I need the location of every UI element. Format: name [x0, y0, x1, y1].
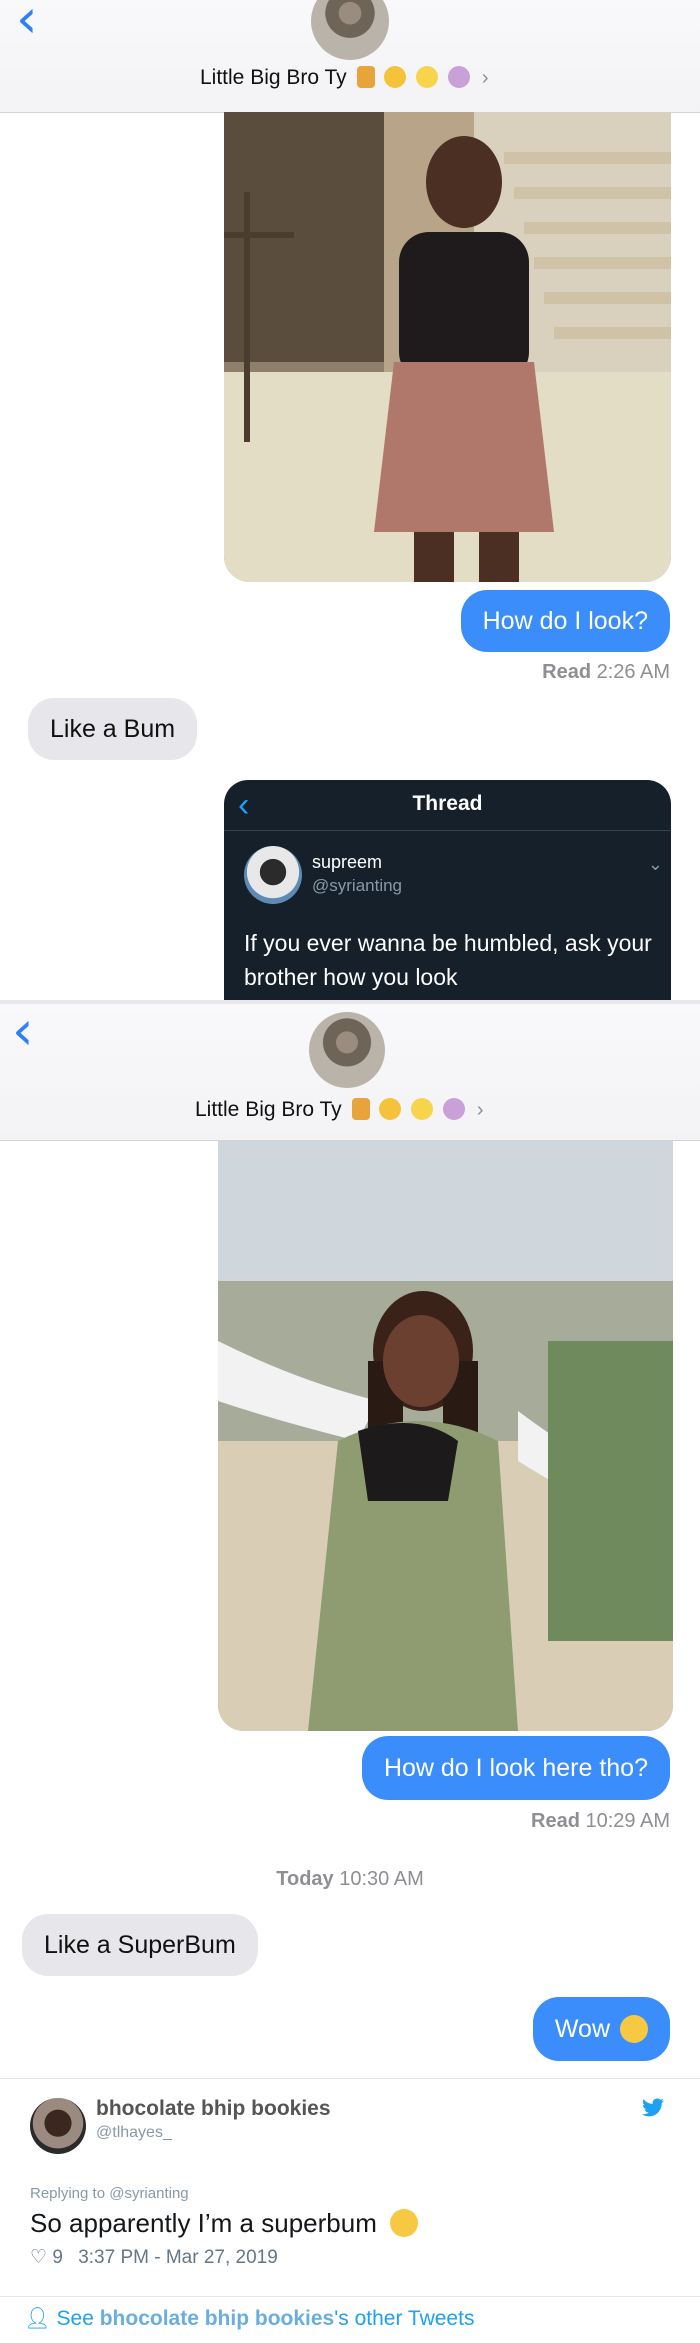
message-text: Like a Bum: [50, 714, 176, 743]
tweet-text-row: So apparently I’m a superbum: [30, 2208, 419, 2239]
read-time: 2:26 AM: [596, 661, 670, 683]
tweet-handle[interactable]: @tlhayes_: [96, 2124, 172, 2142]
message-bubble-incoming[interactable]: Like a SuperBum: [22, 1914, 258, 1976]
tweet-display-name[interactable]: bhocolate bhip bookies: [96, 2097, 331, 2121]
day-label: Today: [276, 1868, 334, 1890]
emoji-icon: [351, 1098, 370, 1120]
tweet-meta: ♡ 9 3:37 PM - Mar 27, 2019: [30, 2246, 278, 2269]
thread-divider: [224, 830, 671, 831]
read-time: 10:29 AM: [585, 1810, 670, 1832]
thread-avatar: [244, 846, 302, 904]
like-count[interactable]: 9: [52, 2247, 63, 2268]
message-text: Wow: [554, 2014, 610, 2043]
conversation-header: ‹ Little Big Bro Ty ›: [0, 1004, 700, 1141]
footer-name: bhocolate bhip bookies: [99, 2307, 335, 2330]
message-text: How do I look?: [482, 606, 648, 635]
twitter-bird-icon[interactable]: [640, 2096, 666, 2125]
emoji-icon: [384, 66, 407, 88]
emoji-icon: [411, 1098, 434, 1120]
day-separator: Today 10:30 AM: [0, 1868, 700, 1891]
tweet-replying-to[interactable]: Replying to @syrianting: [30, 2185, 189, 2202]
chevron-right-icon: ›: [481, 67, 489, 89]
message-text: Like a SuperBum: [44, 1930, 236, 1959]
tweet-footer-divider: [0, 2296, 700, 2297]
emoji-icon: [448, 66, 471, 88]
tweet-timestamp[interactable]: 3:37 PM - Mar 27, 2019: [78, 2247, 278, 2268]
message-text: How do I look here tho?: [383, 1753, 648, 1782]
contact-name: Little Big Bro Ty: [200, 66, 347, 89]
message-bubble-outgoing[interactable]: How do I look here tho?: [361, 1736, 670, 1800]
surprised-emoji-icon: [620, 2015, 648, 2043]
other-tweets-link[interactable]: 👤︎ See bhocolate bhip bookies's other Tw…: [24, 2306, 474, 2331]
tweet-avatar[interactable]: [30, 2098, 86, 2154]
message-bubble-incoming[interactable]: Like a Bum: [28, 698, 198, 760]
emoji-icon: [416, 66, 439, 88]
contact-name-row[interactable]: Little Big Bro Ty ›: [195, 1098, 484, 1122]
contact-name: Little Big Bro Ty: [195, 1098, 342, 1121]
back-chevron-icon[interactable]: ‹: [12, 1004, 34, 1058]
tweet-text: So apparently I’m a superbum: [30, 2208, 377, 2238]
photo-person-stairs: [224, 112, 671, 582]
message-bubble-outgoing[interactable]: How do I look?: [460, 590, 670, 652]
emoji-icon: [379, 1098, 402, 1120]
thread-screenshot[interactable]: ‹ Thread supreem @syrianting ⌄ If you ev…: [224, 780, 671, 1002]
thread-text: If you ever wanna be humbled, ask your b…: [244, 930, 652, 990]
thread-display-name: supreem: [312, 852, 383, 872]
emoji-icon: [443, 1098, 466, 1120]
sent-photo[interactable]: [224, 112, 671, 582]
thread-title: Thread: [412, 792, 483, 815]
back-chevron-icon[interactable]: ‹: [16, 0, 38, 46]
read-receipt: Read 2:26 AM: [542, 661, 670, 684]
chevron-right-icon: ›: [476, 1099, 484, 1121]
heart-icon[interactable]: ♡: [30, 2246, 47, 2268]
conversation-header: ‹ Little Big Bro Ty ›: [0, 0, 700, 113]
photo-person-beach: [218, 1141, 673, 1731]
contact-name-row[interactable]: Little Big Bro Ty ›: [200, 66, 489, 90]
message-bubble-outgoing[interactable]: Wow: [532, 1997, 670, 2061]
read-receipt: Read 10:29 AM: [531, 1810, 670, 1833]
footer-suffix: 's other Tweets: [334, 2307, 475, 2330]
read-label: Read: [531, 1810, 580, 1832]
person-icon: 👤︎: [24, 2306, 51, 2330]
emoji-icon: [356, 66, 375, 88]
thread-chevron-down-icon: ⌄: [647, 854, 663, 874]
day-time: 10:30 AM: [339, 1868, 424, 1890]
read-label: Read: [542, 661, 592, 683]
footer-prefix: See: [56, 2307, 100, 2330]
thread-handle: @syrianting: [312, 876, 403, 895]
smile-emoji-icon: [390, 2209, 419, 2237]
contact-avatar[interactable]: [309, 1012, 385, 1088]
sent-photo[interactable]: [218, 1141, 673, 1731]
tweet-divider: [0, 2078, 700, 2079]
contact-avatar[interactable]: [311, 0, 389, 60]
